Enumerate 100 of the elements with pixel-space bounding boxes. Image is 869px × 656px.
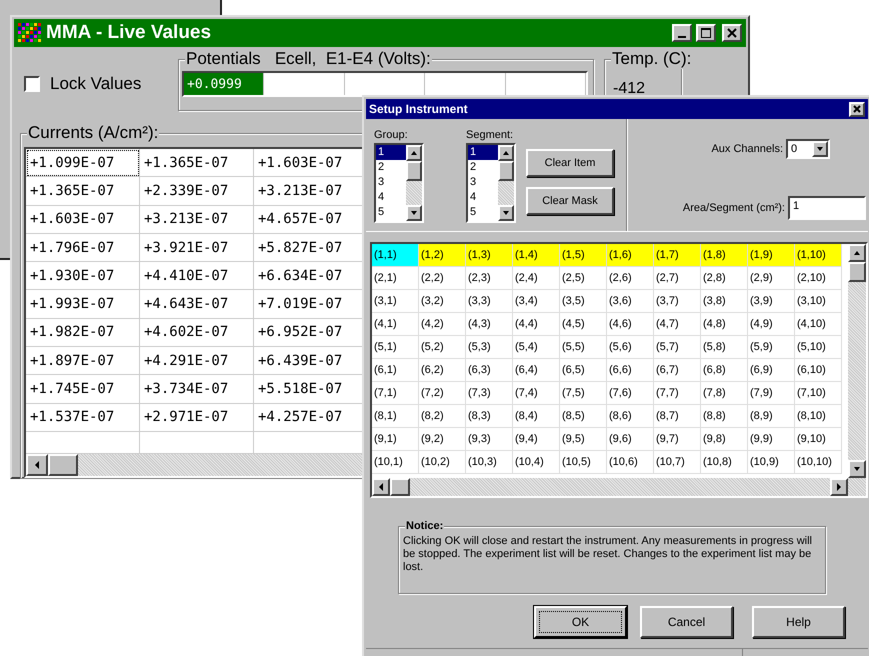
scroll-down-button[interactable] [498, 205, 514, 221]
table-cell[interactable]: (6,2) [419, 359, 466, 382]
table-cell[interactable]: (7,3) [466, 382, 513, 405]
table-cell[interactable]: (5,4) [513, 336, 560, 359]
vertical-scrollbar[interactable] [498, 145, 514, 221]
table-cell[interactable]: (7,10) [795, 382, 842, 405]
table-cell[interactable]: (10,8) [701, 451, 748, 474]
table-cell[interactable]: (8,7) [654, 405, 701, 428]
table-cell[interactable]: (5,3) [466, 336, 513, 359]
table-cell[interactable]: (8,8) [701, 405, 748, 428]
scroll-left-button[interactable] [26, 454, 48, 476]
table-cell[interactable]: (2,2) [419, 267, 466, 290]
table-cell[interactable]: (7,9) [748, 382, 795, 405]
table-cell[interactable]: (6,5) [560, 359, 607, 382]
table-cell[interactable]: (7,8) [701, 382, 748, 405]
table-cell[interactable]: (8,2) [419, 405, 466, 428]
table-cell[interactable]: (10,9) [748, 451, 795, 474]
scroll-thumb[interactable] [390, 478, 410, 496]
table-cell[interactable]: (10,10) [795, 451, 842, 474]
table-cell[interactable]: (9,7) [654, 428, 701, 451]
table-cell[interactable]: (10,2) [419, 451, 466, 474]
table-cell[interactable]: (3,4) [513, 290, 560, 313]
dropdown[interactable]: 0 [786, 139, 830, 159]
table-cell[interactable]: (4,5) [560, 313, 607, 336]
table-cell[interactable]: (3,1) [372, 290, 419, 313]
table-cell[interactable]: (5,7) [654, 336, 701, 359]
scroll-up-button[interactable] [406, 145, 422, 161]
table-cell[interactable]: (10,4) [513, 451, 560, 474]
table-cell[interactable]: (10,6) [607, 451, 654, 474]
table-cell[interactable]: (8,10) [795, 405, 842, 428]
table-cell[interactable]: (7,4) [513, 382, 560, 405]
list-item[interactable]: 2 [376, 160, 406, 175]
table-cell[interactable]: (4,2) [419, 313, 466, 336]
list-item[interactable]: 4 [468, 190, 498, 205]
table-cell[interactable]: (8,5) [560, 405, 607, 428]
table-cell[interactable]: (4,1) [372, 313, 419, 336]
table-cell[interactable]: (8,9) [748, 405, 795, 428]
table-cell[interactable]: (2,9) [748, 267, 795, 290]
table-cell[interactable]: (9,10) [795, 428, 842, 451]
vertical-scrollbar[interactable] [848, 244, 866, 478]
maximize-button[interactable] [696, 24, 716, 42]
table-cell[interactable]: (3,6) [607, 290, 654, 313]
horizontal-scrollbar[interactable] [372, 478, 866, 496]
list-item[interactable]: 3 [468, 175, 498, 190]
list-box[interactable]: 1 2 3 4 5 [374, 143, 424, 223]
table-cell[interactable]: (10,7) [654, 451, 701, 474]
table-cell[interactable]: (6,8) [701, 359, 748, 382]
table-cell[interactable]: (1,3) [466, 244, 513, 267]
table-cell[interactable]: (10,3) [466, 451, 513, 474]
list-item[interactable]: 5 [468, 205, 498, 220]
table-cell[interactable]: (3,10) [795, 290, 842, 313]
vertical-scrollbar[interactable] [406, 145, 422, 221]
table-cell[interactable]: (6,6) [607, 359, 654, 382]
table-cell[interactable]: (3,3) [466, 290, 513, 313]
table-cell[interactable]: (4,7) [654, 313, 701, 336]
table-cell[interactable]: (1,4) [513, 244, 560, 267]
table-cell[interactable]: (3,7) [654, 290, 701, 313]
minimize-button[interactable] [672, 24, 692, 42]
table-cell[interactable]: (6,3) [466, 359, 513, 382]
table-cell[interactable]: (7,1) [372, 382, 419, 405]
table-cell[interactable]: (10,5) [560, 451, 607, 474]
checkbox[interactable] [24, 76, 40, 92]
scroll-down-button[interactable] [406, 205, 422, 221]
table-cell[interactable]: (1,2) [419, 244, 466, 267]
table-cell[interactable]: (6,7) [654, 359, 701, 382]
scroll-up-button[interactable] [848, 244, 866, 262]
close-button[interactable] [849, 102, 865, 116]
list-item[interactable]: 1 [468, 145, 498, 160]
table-cell[interactable]: (4,6) [607, 313, 654, 336]
scroll-thumb[interactable] [848, 262, 866, 282]
scroll-left-button[interactable] [372, 478, 390, 496]
table-cell[interactable]: (9,9) [748, 428, 795, 451]
table-cell[interactable]: (4,3) [466, 313, 513, 336]
table-cell[interactable]: (1,1) [372, 244, 419, 267]
list-box[interactable]: 1 2 3 4 5 [466, 143, 516, 223]
table-cell[interactable]: (2,8) [701, 267, 748, 290]
table-cell[interactable]: (6,4) [513, 359, 560, 382]
table-cell[interactable]: (4,9) [748, 313, 795, 336]
table-cell[interactable]: (9,1) [372, 428, 419, 451]
list-item[interactable]: 3 [376, 175, 406, 190]
table-cell[interactable]: (1,8) [701, 244, 748, 267]
table-cell[interactable]: (5,1) [372, 336, 419, 359]
table-cell[interactable]: (6,1) [372, 359, 419, 382]
table-cell[interactable]: (6,10) [795, 359, 842, 382]
table-cell[interactable]: (2,10) [795, 267, 842, 290]
table-cell[interactable]: (5,6) [607, 336, 654, 359]
table-cell[interactable]: (7,6) [607, 382, 654, 405]
dialog-button[interactable]: OK [534, 606, 627, 638]
table-cell[interactable]: (2,7) [654, 267, 701, 290]
table-cell[interactable]: (9,4) [513, 428, 560, 451]
scroll-thumb[interactable] [498, 161, 514, 181]
list-item[interactable]: 5 [376, 205, 406, 220]
table-cell[interactable]: (5,5) [560, 336, 607, 359]
table-cell[interactable]: (1,7) [654, 244, 701, 267]
table-cell[interactable]: (2,1) [372, 267, 419, 290]
table-cell[interactable]: (1,9) [748, 244, 795, 267]
table-cell[interactable]: (1,10) [795, 244, 842, 267]
table-cell[interactable]: (2,3) [466, 267, 513, 290]
table-cell[interactable]: (3,9) [748, 290, 795, 313]
input-field[interactable]: 1 [788, 196, 866, 220]
